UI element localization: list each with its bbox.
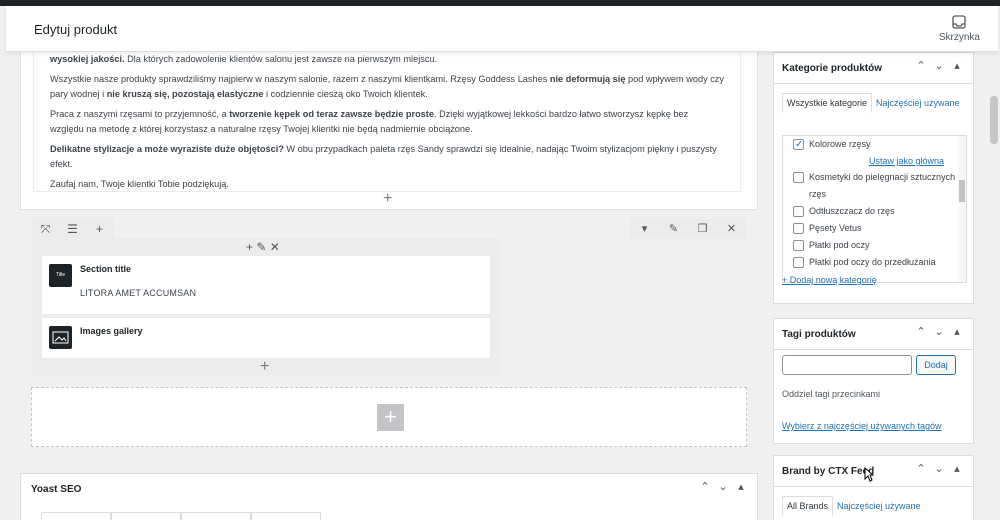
tag-input[interactable] — [782, 355, 912, 375]
tags-help-text: Oddziel tagi przecinkami — [782, 389, 881, 399]
scrollbar[interactable] — [958, 136, 966, 282]
toggle-triangle-icon[interactable]: ▴ — [951, 462, 963, 475]
category-checkbox[interactable] — [793, 136, 804, 153]
yoast-tabs — [41, 512, 321, 520]
chevron-up-icon[interactable]: ⌃ — [915, 59, 927, 72]
category-tabs: Wszystkie kategorie Najczęściej używane — [782, 93, 968, 113]
add-element-plus-icon[interactable]: + — [260, 358, 269, 376]
chevron-down-icon[interactable]: ⌄ — [933, 59, 945, 72]
row-toolbar: ⤧ ☰ + — [32, 219, 114, 239]
category-label: Pęsety Vetus — [809, 223, 862, 233]
title-element-icon: Title — [49, 264, 72, 287]
expand-icon[interactable]: ⤧ — [32, 222, 59, 237]
close-icon[interactable]: ✕ — [717, 219, 746, 239]
add-tag-button[interactable]: Dodaj — [916, 355, 956, 375]
inbox-button[interactable]: Skrzynka — [939, 15, 980, 43]
mouse-cursor-icon — [864, 467, 874, 482]
box-controls: ⌃ ⌄ ▴ — [915, 462, 963, 475]
element-section-title[interactable]: Title Section title LITORA AMET ACCUMSAN — [42, 256, 490, 314]
category-item[interactable]: Płatki pod oczy — [783, 237, 966, 254]
text-paragraph: Delikatne stylizacje a może wyraziste du… — [50, 144, 717, 169]
toggle-triangle-icon[interactable]: ▴ — [951, 59, 963, 72]
categories-title: Kategorie produktów — [782, 63, 883, 74]
yoast-tab[interactable] — [251, 512, 321, 520]
chevron-up-icon[interactable]: ⌃ — [699, 480, 711, 493]
inbox-icon — [952, 15, 967, 29]
tab-all-categories[interactable]: Wszystkie kategorie — [782, 93, 873, 113]
category-item[interactable]: Pęsety Vetus — [783, 220, 966, 237]
text-paragraph: Wszystkie nasze produkty sprawdziliśmy n… — [50, 74, 724, 99]
toggle-triangle-icon[interactable]: ▴ — [735, 480, 747, 493]
category-label: Kolorowe rzęsy — [809, 139, 871, 149]
text-block: wysokiej jakości. Dla których zadowoleni… — [20, 52, 758, 210]
tab-all-brands[interactable]: All Brands — [782, 496, 834, 516]
chevron-down-icon[interactable]: ⌄ — [717, 480, 729, 493]
drag-handle-icon[interactable]: ☰ — [59, 222, 86, 236]
element-name: Section title — [80, 264, 132, 274]
delete-x-icon[interactable]: ✕ — [270, 240, 280, 254]
dropdown-icon[interactable]: ▾ — [630, 219, 659, 239]
brand-box: Brand by CTX Feed ⌃ ⌄ ▴ All Brands Najczę… — [773, 455, 974, 520]
category-label: Kosmetyki do pielęgnacji sztucznych rzęs — [809, 172, 956, 199]
category-item[interactable]: Kolorowe rzęsy — [783, 136, 966, 153]
category-label: Odtłuszczacz do rzęs — [809, 206, 895, 216]
chevron-up-icon[interactable]: ⌃ — [915, 325, 927, 338]
toggle-triangle-icon[interactable]: ▴ — [951, 325, 963, 338]
edit-pencil-icon[interactable]: ✎ — [659, 219, 688, 239]
add-column-icon[interactable]: + — [86, 222, 113, 236]
category-checkbox[interactable] — [793, 223, 804, 234]
element-images-gallery[interactable]: Images gallery — [42, 318, 490, 358]
text-block-content[interactable]: wysokiej jakości. Dla których zadowoleni… — [33, 52, 741, 192]
edit-pencil-icon[interactable]: ✎ — [256, 240, 266, 254]
yoast-seo-box: Yoast SEO ⌃ ⌄ ▴ — [20, 473, 758, 520]
page-header: Edytuj produkt Skrzynka — [6, 6, 998, 52]
tab-popular-brands[interactable]: Najczęściej używane — [833, 501, 921, 511]
brand-tabs: All Brands Najczęściej używane — [782, 496, 968, 516]
category-item[interactable]: Odtłuszczacz do rzęs — [783, 203, 966, 220]
category-item[interactable]: Kosmetyki do pielęgnacji sztucznych rzęs — [783, 169, 966, 203]
box-controls: ⌃ ⌄ ▴ — [915, 59, 963, 72]
page-title: Edytuj produkt — [34, 22, 118, 37]
tags-box: Tagi produktów ⌃ ⌄ ▴ Dodaj Oddziel tagi … — [773, 318, 974, 444]
duplicate-icon[interactable]: ❐ — [688, 219, 717, 239]
tab-popular-categories[interactable]: Najczęściej używane — [872, 98, 960, 108]
inbox-label: Skrzynka — [938, 32, 980, 43]
add-element-plus-icon[interactable]: + — [383, 190, 392, 208]
text-paragraph: Praca z naszymi rzęsami to przyjemność, … — [50, 109, 689, 134]
yoast-tab[interactable] — [181, 512, 251, 520]
page-scrollbar[interactable] — [986, 52, 1000, 520]
add-category-link[interactable]: + Dodaj nową kategorię — [782, 275, 877, 285]
category-checkbox[interactable] — [793, 257, 804, 268]
add-plus-icon[interactable]: + — [246, 240, 253, 254]
box-controls: ⌃ ⌄ ▴ — [915, 325, 963, 338]
chevron-down-icon[interactable]: ⌄ — [933, 462, 945, 475]
yoast-tab[interactable] — [41, 512, 111, 520]
element-name: Images gallery — [80, 326, 143, 336]
category-checkbox[interactable] — [793, 172, 804, 183]
chevron-down-icon[interactable]: ⌄ — [933, 325, 945, 338]
tags-title: Tagi produktów — [782, 329, 856, 340]
make-primary-link[interactable]: Ustaw jako główna — [783, 153, 966, 169]
chevron-up-icon[interactable]: ⌃ — [915, 462, 927, 475]
brand-title: Brand by CTX Feed — [782, 466, 875, 477]
column-controls: + ✎ ✕ — [246, 240, 280, 254]
yoast-tab[interactable] — [111, 512, 181, 520]
element-description: LITORA AMET ACCUMSAN — [80, 288, 197, 298]
yoast-title: Yoast SEO — [31, 484, 82, 495]
row-actions-toolbar: ▾ ✎ ❐ ✕ — [630, 219, 746, 239]
category-checkbox[interactable] — [793, 206, 804, 217]
category-checkbox[interactable] — [793, 240, 804, 251]
text-paragraph: wysokiej jakości. Dla których zadowoleni… — [50, 54, 438, 64]
choose-popular-tags-link[interactable]: Wybierz z najczęściej używanych tagów — [782, 421, 941, 431]
box-controls: ⌃ ⌄ ▴ — [699, 480, 747, 493]
gallery-element-icon — [49, 326, 72, 349]
category-label: Płatki pod oczy — [809, 240, 870, 250]
category-checklist[interactable]: Kolorowe rzęsy Ustaw jako główna Kosmetyki… — [782, 135, 967, 283]
add-row-plus-icon[interactable]: + — [377, 404, 404, 431]
empty-row: + — [31, 387, 747, 447]
categories-box: Kategorie produktów ⌃ ⌄ ▴ Wszystkie kate… — [773, 52, 974, 304]
category-label: Płatki pod oczy do przedłużania — [809, 257, 936, 267]
